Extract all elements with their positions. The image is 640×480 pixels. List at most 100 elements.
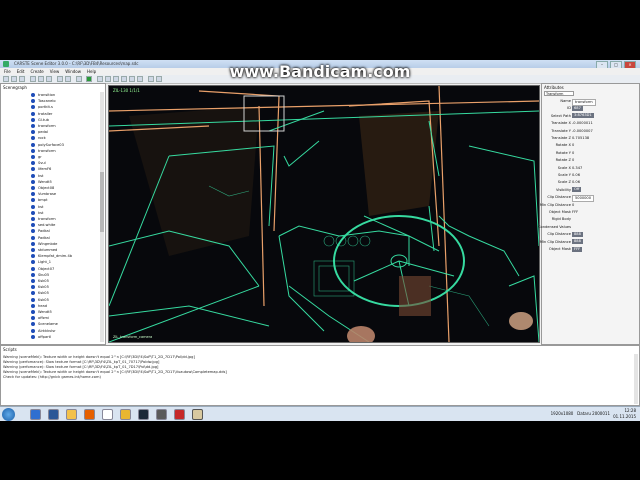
- node-icon: [31, 241, 35, 246]
- node-icon: [31, 161, 35, 166]
- scenegraph-node[interactable]: Light_1: [31, 259, 51, 265]
- scenegraph-node[interactable]: Svul: [31, 160, 46, 166]
- node-icon: [31, 186, 35, 190]
- node-icon: [31, 93, 35, 97]
- scenegraph-node[interactable]: Ksk05: [31, 278, 49, 284]
- skype-icon[interactable]: [30, 409, 41, 420]
- scenegraph-node[interactable]: trataller: [31, 111, 52, 117]
- node-icon: [31, 204, 35, 209]
- attribute-value[interactable]: FFF: [572, 209, 578, 215]
- node-icon: [31, 173, 35, 178]
- scenegraph-node[interactable]: transform: [31, 123, 56, 129]
- scenegraph-node-label: kst: [38, 204, 44, 209]
- scenegraph-node[interactable]: Padkal: [31, 235, 50, 241]
- scenegraph-node[interactable]: offpartl: [31, 334, 51, 340]
- scenegraph-node[interactable]: offzmi: [31, 315, 49, 321]
- attribute-label: Name: [560, 99, 571, 103]
- attribute-value[interactable]: -0.0000007: [572, 128, 593, 134]
- scenegraph-node[interactable]: head: [31, 303, 47, 309]
- chrome-icon[interactable]: [120, 409, 131, 420]
- bandicam-icon[interactable]: [174, 409, 185, 420]
- attribute-row: Translate X -0.0000011: [542, 120, 640, 126]
- scenegraph-node-label: offzmi: [38, 316, 50, 321]
- scenegraph-node[interactable]: Wendt5: [31, 309, 52, 315]
- attribute-value[interactable]: -0.0000011: [572, 120, 593, 126]
- scenegraph-node[interactable]: Sku05: [31, 272, 49, 278]
- console-scrollbar[interactable]: [634, 354, 638, 404]
- scenegraph-node[interactable]: kst: [31, 173, 43, 179]
- attribute-value[interactable]: 0: [572, 202, 574, 208]
- scenegraph-node[interactable]: Padkal: [31, 228, 50, 234]
- scenegraph-node[interactable]: kst: [31, 204, 43, 210]
- system-clock[interactable]: 12:28 01.11.2015: [613, 408, 636, 420]
- scenegraph-node[interactable]: polySurface03: [31, 142, 64, 148]
- scenegraph-node[interactable]: stdummed: [31, 247, 57, 253]
- scenegraph-node-label: transform: [38, 124, 56, 128]
- scenegraph-node[interactable]: Ksk05: [31, 290, 49, 296]
- scenegraph-node[interactable]: sed.white: [31, 222, 55, 228]
- node-icon: [31, 279, 35, 283]
- attribute-value[interactable]: 0: [572, 157, 574, 163]
- scenegraph-node[interactable]: kst: [31, 210, 43, 216]
- editor-window: CARSTE Scene Editor 3.0.0 - C:\RF\3D\FB4…: [0, 60, 640, 406]
- tab-transform[interactable]: Transform: [544, 91, 574, 96]
- scenegraph-node[interactable]: portkit.s: [31, 104, 53, 110]
- file-explorer-icon[interactable]: [66, 409, 77, 420]
- scenegraph-node[interactable]: Object08: [31, 185, 54, 191]
- attribute-value[interactable]: 0: [572, 150, 574, 156]
- scenegraph-node-label: Light_1: [38, 260, 52, 265]
- attribute-value[interactable]: 687: [572, 105, 583, 111]
- app-icon-gray[interactable]: [156, 409, 167, 420]
- attribute-value[interactable]: 0.705138: [572, 135, 589, 141]
- scenegraph-node-label: Ksk05: [38, 285, 49, 290]
- scenegraph-node[interactable]: Toscanelo: [31, 98, 56, 104]
- scenegraph-node[interactable]: bmpt: [31, 197, 47, 203]
- attribute-value[interactable]: 0: [572, 142, 574, 148]
- editor-taskbar-icon[interactable]: [192, 409, 203, 420]
- scenegraph-node[interactable]: Scenelame: [31, 321, 58, 327]
- scenegraph-node[interactable]: Wingmbde: [31, 241, 57, 247]
- scenegraph-node[interactable]: transition: [31, 92, 55, 98]
- scenegraph-node[interactable]: Object07: [31, 266, 54, 272]
- word-icon[interactable]: [48, 409, 59, 420]
- start-button[interactable]: [2, 408, 15, 421]
- attribute-value[interactable]: FFF: [572, 246, 583, 252]
- attribute-row: Rotate Z0: [542, 157, 640, 163]
- scenegraph-node[interactable]: Klempfat_dmim.4b: [31, 253, 72, 259]
- attribute-label: Rigid Body: [551, 217, 571, 222]
- scenegraph-node[interactable]: Airkkkvlsr: [31, 328, 56, 334]
- letterbox-bottom: [0, 421, 640, 480]
- firefox-icon[interactable]: [84, 409, 95, 420]
- node-icon: [31, 124, 35, 128]
- scenegraph-node[interactable]: transform: [31, 216, 56, 222]
- attribute-value[interactable]: 888: [572, 239, 583, 245]
- attribute-value[interactable]: 3:8763D1: [572, 113, 594, 119]
- scenegraph-node[interactable]: transform: [31, 148, 56, 154]
- steam-icon[interactable]: [138, 409, 149, 420]
- scenegraph-node[interactable]: Wendt5: [31, 179, 52, 185]
- scenegraph-node-label: Wendt5: [38, 310, 52, 314]
- attribute-value[interactable]: 888: [572, 231, 583, 237]
- scripts-title: Scripts: [3, 347, 17, 352]
- scrollbar-thumb[interactable]: [100, 172, 104, 232]
- attribute-label: Scale X: [557, 165, 571, 170]
- scenegraph-node[interactable]: rock: [31, 135, 46, 141]
- scenegraph-node[interactable]: pedal: [31, 129, 48, 135]
- scenegraph-node[interactable]: Ksk05: [31, 284, 49, 290]
- scenegraph-node[interactable]: Ksk05: [31, 297, 49, 303]
- scenegraph-node[interactable]: Vumbrase: [31, 191, 56, 197]
- attribute-value[interactable]: Off: [572, 187, 582, 193]
- node-icon: [31, 223, 35, 228]
- node-icon: [31, 322, 35, 327]
- scenegraph-scrollbar[interactable]: [100, 92, 104, 342]
- scenegraph-node[interactable]: Gl.tub: [31, 117, 49, 123]
- scenegraph-node[interactable]: gr: [31, 154, 42, 160]
- scenegraph-node-label: Scenelame: [38, 322, 58, 327]
- attribute-value[interactable]: 0.06: [572, 179, 580, 185]
- 3d-viewport[interactable]: ZIL-130 1/1/1 ZIL_transform_camera: [108, 85, 540, 343]
- attribute-row: Scale X 0.347: [542, 165, 640, 171]
- attribute-value[interactable]: 0.06: [572, 172, 580, 178]
- scenegraph-node[interactable]: lifemF6: [31, 166, 51, 172]
- yandex-icon[interactable]: [102, 409, 113, 420]
- attribute-value[interactable]: 0.347: [572, 165, 582, 171]
